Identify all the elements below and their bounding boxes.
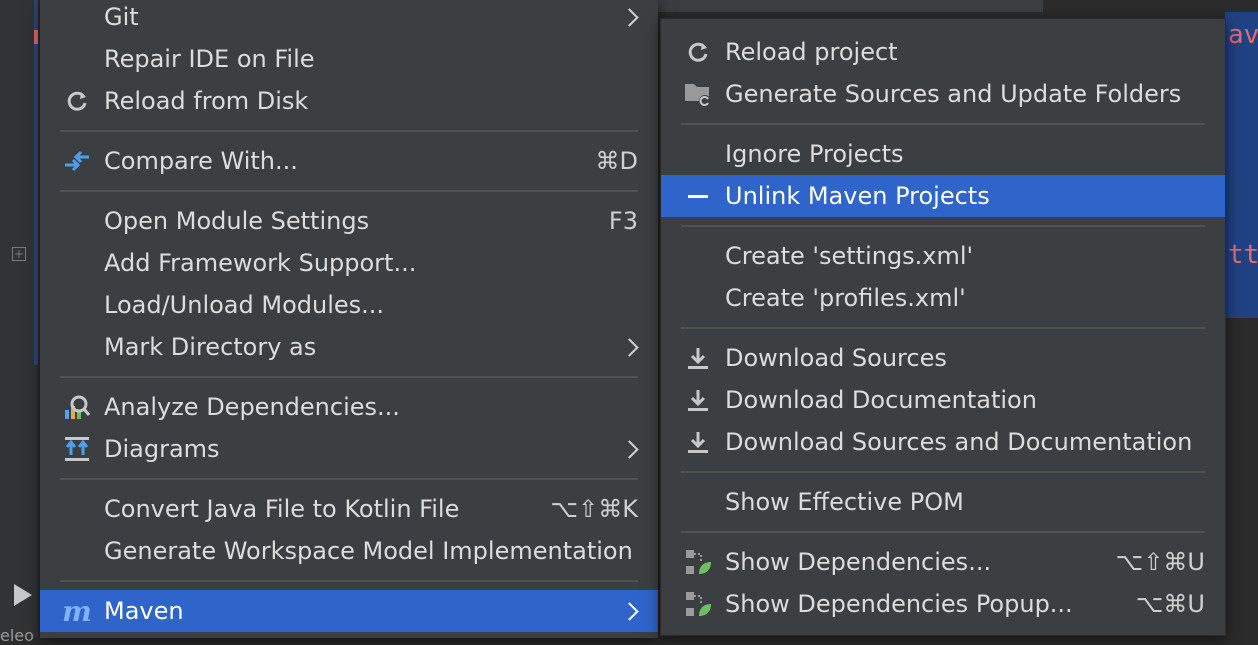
menu-item-label: Unlink Maven Projects: [725, 182, 990, 210]
submenu-item-download-documentation[interactable]: Download Documentation: [661, 379, 1225, 421]
menu-separator: [60, 580, 638, 582]
chevron-right-icon: [620, 337, 639, 357]
editor-gutter: [0, 0, 38, 638]
submenu-item-reload-project[interactable]: Reload project: [661, 31, 1225, 73]
download-icon: [683, 385, 713, 415]
code-fragment: av: [1228, 20, 1258, 50]
menu-item-label: Download Documentation: [725, 386, 1037, 414]
menu-separator: [60, 130, 638, 132]
menu-item-label: Mark Directory as: [104, 333, 317, 361]
chevron-right-icon: [620, 7, 639, 27]
menu-separator: [681, 225, 1205, 227]
menu-item-label: Diagrams: [104, 435, 220, 463]
dependencies-icon: [683, 589, 713, 619]
submenu-item-download-sources[interactable]: Download Sources: [661, 337, 1225, 379]
editor-selection-strip: [34, 0, 38, 365]
menu-item-generate-workspace-model[interactable]: Generate Workspace Model Implementation: [40, 530, 658, 572]
menu-separator: [60, 190, 638, 192]
shortcut-label: F3: [608, 207, 638, 235]
submenu-item-unlink-maven-projects[interactable]: Unlink Maven Projects: [661, 175, 1225, 217]
chevron-right-icon: [620, 439, 639, 459]
menu-item-label: Analyze Dependencies...: [104, 393, 400, 421]
folder-refresh-icon: [683, 79, 713, 109]
run-icon[interactable]: [14, 584, 32, 606]
maven-submenu: Reload project Generate Sources and Upda…: [660, 18, 1226, 636]
menu-item-label: Generate Sources and Update Folders: [725, 80, 1182, 108]
editor-tab-strip: [658, 0, 1043, 12]
diagram-icon: [62, 434, 92, 464]
menu-separator: [681, 471, 1205, 473]
submenu-item-show-dependencies-popup[interactable]: Show Dependencies Popup... ⌥⌘U: [661, 583, 1225, 625]
menu-item-label: Show Effective POM: [725, 488, 964, 516]
submenu-item-show-effective-pom[interactable]: Show Effective POM: [661, 481, 1225, 523]
submenu-item-download-sources-and-docs[interactable]: Download Sources and Documentation: [661, 421, 1225, 463]
submenu-item-show-dependencies[interactable]: Show Dependencies... ⌥⇧⌘U: [661, 541, 1225, 583]
menu-item-label: Maven: [104, 597, 184, 625]
menu-item-compare-with[interactable]: Compare With... ⌘D: [40, 140, 658, 182]
menu-item-label: Show Dependencies Popup...: [725, 590, 1073, 618]
menu-item-open-module-settings[interactable]: Open Module Settings F3: [40, 200, 658, 242]
minus-icon: [683, 181, 713, 211]
menu-item-label: Ignore Projects: [725, 140, 904, 168]
menu-item-label: Create 'profiles.xml': [725, 284, 966, 312]
menu-separator: [681, 531, 1205, 533]
menu-item-diagrams[interactable]: Diagrams: [40, 428, 658, 470]
context-menu: Git Repair IDE on File Reload from Disk …: [40, 0, 658, 638]
menu-item-analyze-dependencies[interactable]: Analyze Dependencies...: [40, 386, 658, 428]
analyze-icon: [62, 392, 92, 422]
menu-item-convert-java-to-kotlin[interactable]: Convert Java File to Kotlin File ⌥⇧⌘K: [40, 488, 658, 530]
menu-item-label: Git: [104, 3, 139, 31]
status-text: eleo: [0, 626, 34, 645]
reload-icon: [62, 86, 92, 116]
submenu-item-create-settings-xml[interactable]: Create 'settings.xml': [661, 235, 1225, 277]
reload-icon: [683, 37, 713, 67]
menu-item-label: Convert Java File to Kotlin File: [104, 495, 460, 523]
chevron-right-icon: [620, 601, 639, 621]
menu-item-label: Compare With...: [104, 147, 298, 175]
menu-item-label: Download Sources: [725, 344, 947, 372]
menu-item-mark-directory-as[interactable]: Mark Directory as: [40, 326, 658, 368]
menu-item-repair-ide[interactable]: Repair IDE on File: [40, 38, 658, 80]
menu-item-label: Show Dependencies...: [725, 548, 992, 576]
dependencies-icon: [683, 547, 713, 577]
menu-item-git[interactable]: Git: [40, 0, 658, 38]
menu-separator: [681, 327, 1205, 329]
menu-item-label: Generate Workspace Model Implementation: [104, 537, 633, 565]
menu-item-label: Reload from Disk: [104, 87, 309, 115]
maven-icon: m: [62, 594, 92, 628]
submenu-item-ignore-projects[interactable]: Ignore Projects: [661, 133, 1225, 175]
shortcut-label: ⌘D: [595, 147, 638, 175]
download-icon: [683, 427, 713, 457]
menu-item-label: Add Framework Support...: [104, 249, 417, 277]
menu-separator: [681, 123, 1205, 125]
compare-icon: [62, 146, 92, 176]
error-marker: [34, 30, 38, 44]
shortcut-label: ⌥⇧⌘K: [550, 495, 638, 523]
menu-item-load-unload-modules[interactable]: Load/Unload Modules...: [40, 284, 658, 326]
code-fragment: tt: [1228, 240, 1258, 270]
menu-separator: [60, 478, 638, 480]
editor-selected-code: [1225, 12, 1258, 318]
menu-item-label: Load/Unload Modules...: [104, 291, 385, 319]
menu-item-label: Create 'settings.xml': [725, 242, 974, 270]
menu-item-maven[interactable]: m Maven: [40, 590, 658, 632]
fold-icon[interactable]: +: [12, 247, 26, 261]
submenu-item-create-profiles-xml[interactable]: Create 'profiles.xml': [661, 277, 1225, 319]
menu-item-add-framework-support[interactable]: Add Framework Support...: [40, 242, 658, 284]
download-icon: [683, 343, 713, 373]
menu-item-label: Reload project: [725, 38, 898, 66]
menu-item-reload-from-disk[interactable]: Reload from Disk: [40, 80, 658, 122]
menu-item-label: Download Sources and Documentation: [725, 428, 1193, 456]
menu-separator: [60, 376, 638, 378]
shortcut-label: ⌥⌘U: [1135, 590, 1205, 618]
submenu-item-generate-sources[interactable]: Generate Sources and Update Folders: [661, 73, 1225, 115]
menu-item-label: Open Module Settings: [104, 207, 370, 235]
shortcut-label: ⌥⇧⌘U: [1115, 548, 1205, 576]
menu-item-label: Repair IDE on File: [104, 45, 315, 73]
